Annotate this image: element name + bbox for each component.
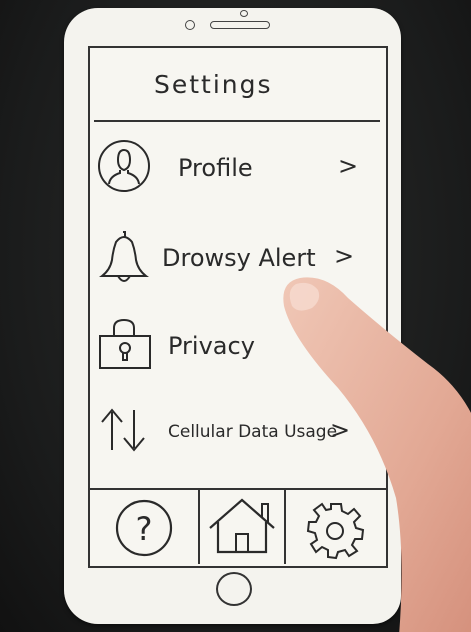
sensor-icon bbox=[185, 20, 195, 30]
chevron-right-icon: > bbox=[330, 416, 351, 444]
menu-item-label: Profile bbox=[178, 154, 253, 182]
menu-item-cellular-data-usage[interactable]: Cellular Data Usage > bbox=[90, 394, 386, 464]
chevron-right-icon: > bbox=[334, 242, 355, 270]
tab-home[interactable] bbox=[200, 490, 284, 564]
title-divider bbox=[94, 120, 380, 122]
paper-phone-prototype: Settings Profile > Drowsy Alert > Privac… bbox=[64, 8, 401, 624]
camera-icon bbox=[240, 10, 248, 17]
help-glyph: ? bbox=[136, 510, 153, 548]
user-icon bbox=[96, 138, 152, 194]
menu-item-label: Cellular Data Usage bbox=[168, 422, 338, 442]
gear-icon bbox=[306, 502, 365, 560]
chevron-right-icon: > bbox=[338, 152, 359, 180]
home-icon bbox=[209, 498, 275, 554]
home-button[interactable] bbox=[216, 572, 252, 606]
menu-item-drowsy-alert[interactable]: Drowsy Alert > bbox=[90, 220, 386, 290]
menu-item-label: Drowsy Alert bbox=[162, 244, 316, 272]
menu-item-label: Privacy bbox=[168, 332, 255, 360]
page-title: Settings bbox=[154, 70, 273, 99]
menu-item-privacy[interactable]: Privacy bbox=[90, 308, 386, 378]
phone-screen: Settings Profile > Drowsy Alert > Privac… bbox=[88, 46, 388, 568]
help-icon: ? bbox=[115, 499, 173, 557]
tab-settings[interactable] bbox=[286, 490, 386, 564]
bell-icon bbox=[96, 228, 152, 284]
lock-icon bbox=[96, 316, 152, 372]
photo-scene: Settings Profile > Drowsy Alert > Privac… bbox=[0, 0, 471, 632]
data-transfer-icon bbox=[96, 402, 152, 458]
speaker-icon bbox=[210, 21, 270, 29]
menu-item-profile[interactable]: Profile > bbox=[90, 130, 386, 200]
tab-help[interactable]: ? bbox=[90, 490, 198, 564]
